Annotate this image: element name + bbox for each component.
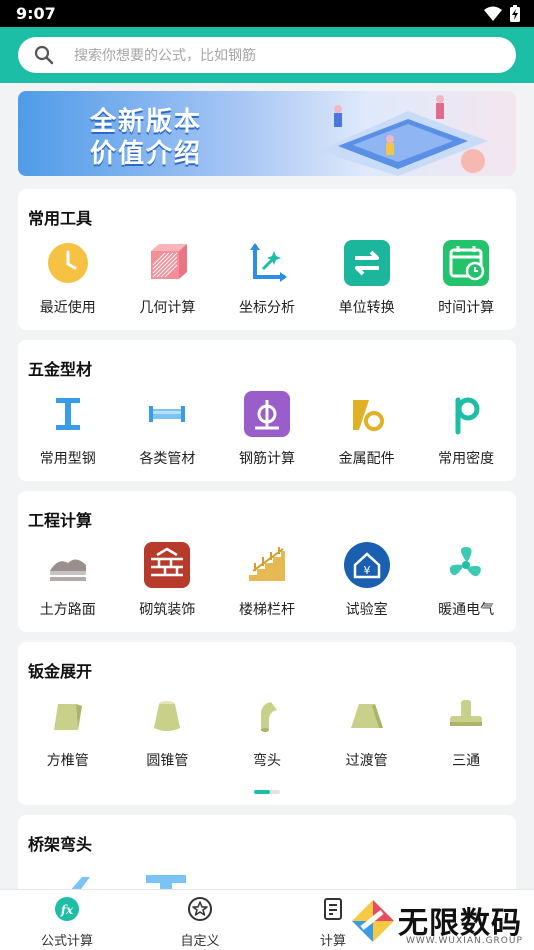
banner-line2: 价值介绍 (90, 139, 203, 169)
battery-charging-icon (510, 5, 520, 22)
density-icon (455, 397, 480, 435)
stairs-icon (248, 547, 285, 581)
tool-steel-section[interactable]: 常用型钢 (18, 390, 118, 468)
pipe-icon (149, 406, 186, 422)
item-label: 弯头 (252, 753, 281, 769)
item-label: 过渡管 (345, 753, 388, 769)
star-circle-icon (188, 897, 212, 921)
item-label: 钢筋计算 (238, 451, 295, 467)
tab-label: 公式计算 (40, 934, 93, 949)
tab-label: 自定义 (180, 934, 220, 949)
tool-earthwork[interactable]: 土方路面 (18, 541, 118, 619)
watermark-url: WWW.WUXIAN.GROUP (406, 936, 523, 946)
app-header: 搜索你想要的公式，比如钢筋 (0, 27, 534, 83)
road-icon (49, 559, 86, 581)
tee-icon (450, 700, 483, 726)
item-label: 试验室 (345, 602, 388, 618)
calendar-clock-icon (443, 240, 490, 286)
tool-square-cone[interactable]: 方椎管 (18, 692, 118, 770)
tool-density[interactable]: 常用密度 (416, 390, 516, 468)
i-beam-icon (55, 398, 80, 430)
section-title: 五金型材 (28, 360, 93, 379)
fitting-icon (352, 400, 384, 431)
tool-round-cone[interactable]: 圆锥管 (118, 692, 218, 770)
item-label: 各类管材 (139, 451, 196, 467)
status-bar: 9:07 (0, 0, 534, 27)
item-label: 最近使用 (39, 300, 96, 316)
item-label: 三通 (452, 753, 481, 769)
swap-icon (343, 240, 390, 286)
item-label: 金属配件 (338, 451, 395, 467)
tool-unit-convert[interactable]: 单位转换 (317, 239, 417, 317)
wifi-icon (484, 6, 502, 21)
tab-custom[interactable]: 自定义 (150, 896, 250, 949)
section-title: 常用工具 (28, 209, 93, 228)
tool-coordinate[interactable]: 坐标分析 (217, 239, 317, 317)
tool-elbow[interactable]: 弯头 (217, 692, 317, 770)
section-sheet-metal: 钣金展开 方椎管 圆锥管 弯头 过渡管 三通 (18, 642, 516, 805)
svg-text:¥: ¥ (363, 564, 370, 577)
clock-icon (47, 243, 88, 283)
item-label: 圆锥管 (146, 753, 189, 769)
tool-recent[interactable]: 最近使用 (18, 239, 118, 317)
page-indicator (254, 790, 280, 794)
item-label: 单位转换 (338, 300, 395, 316)
tool-pipe[interactable]: 各类管材 (118, 390, 218, 468)
fx-icon: fx (55, 897, 79, 921)
page-indicator-active (254, 790, 270, 794)
item-label: 方椎管 (46, 753, 89, 769)
item-label: 常用密度 (438, 451, 495, 467)
tool-rebar[interactable]: 钢筋计算 (217, 390, 317, 468)
tool-laboratory[interactable]: ¥ 试验室 (317, 541, 417, 619)
item-label: 时间计算 (438, 300, 495, 316)
tab-formula[interactable]: fx 公式计算 (17, 896, 117, 949)
section-engineering: 工程计算 土方路面 砌筑装饰 楼梯栏杆 ¥ 试验室 暖通电气 (18, 491, 516, 632)
search-input[interactable]: 搜索你想要的公式，比如钢筋 (18, 37, 516, 73)
section-common-tools: 常用工具 最近使用 几何计算 坐标分析 单位转换 时间计算 (18, 189, 516, 330)
item-label: 常用型钢 (39, 451, 96, 467)
tool-tee[interactable]: 三通 (416, 692, 516, 770)
search-icon (34, 45, 54, 65)
svg-text:fx: fx (60, 903, 74, 917)
tool-geometry[interactable]: 几何计算 (118, 239, 218, 317)
watermark-logo-icon (352, 900, 394, 942)
brick-icon (144, 542, 191, 588)
item-label: 楼梯栏杆 (238, 602, 295, 618)
tool-metal-fitting[interactable]: 金属配件 (317, 390, 417, 468)
rebar-icon (243, 391, 290, 437)
round-cone-icon (154, 701, 181, 731)
section-title: 钣金展开 (28, 662, 93, 681)
section-title: 桥架弯头 (28, 835, 93, 854)
section-title: 工程计算 (28, 511, 93, 530)
item-label: 砌筑装饰 (139, 602, 196, 618)
axis-icon (249, 243, 287, 282)
square-cone-icon (53, 704, 82, 730)
watermark: 无限数码 WWW.WUXIAN.GROUP (346, 892, 534, 950)
fan-icon (449, 547, 482, 577)
item-label: 几何计算 (139, 300, 196, 316)
lab-house-icon: ¥ (343, 542, 390, 588)
tool-transition-pipe[interactable]: 过渡管 (317, 692, 417, 770)
tool-masonry[interactable]: 砌筑装饰 (118, 541, 218, 619)
banner-illustration (318, 95, 488, 176)
transition-pipe-icon (350, 704, 383, 728)
item-label: 暖通电气 (438, 602, 495, 618)
cube-icon (151, 244, 188, 279)
item-label: 坐标分析 (238, 300, 295, 316)
section-hardware: 五金型材 常用型钢 各类管材 钢筋计算 金属配件 常用密度 (18, 340, 516, 481)
calculator-icon (324, 898, 342, 920)
search-placeholder: 搜索你想要的公式，比如钢筋 (74, 48, 256, 64)
status-time: 9:07 (16, 4, 56, 23)
tool-hvac[interactable]: 暖通电气 (416, 541, 516, 619)
item-label: 土方路面 (39, 602, 96, 618)
tool-stairs[interactable]: 楼梯栏杆 (217, 541, 317, 619)
promo-banner[interactable]: 全新版本 价值介绍 (18, 91, 516, 176)
elbow-icon (260, 702, 277, 732)
tool-time[interactable]: 时间计算 (416, 239, 516, 317)
